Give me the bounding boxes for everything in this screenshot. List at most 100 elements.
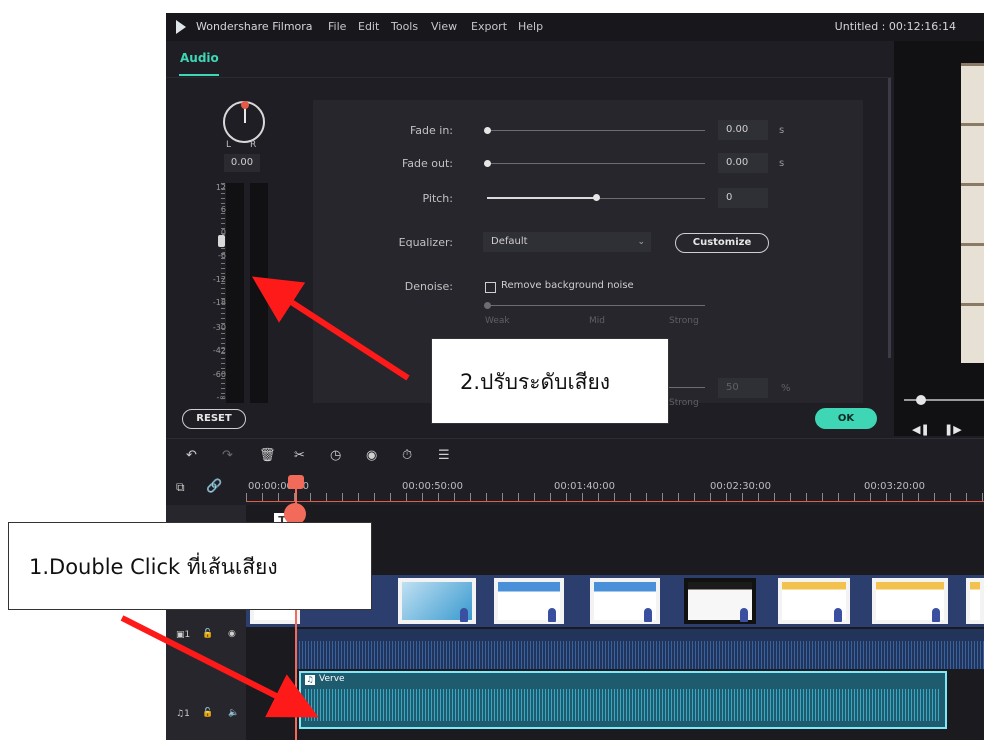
audio-adjust-icon[interactable]: ☰: [438, 448, 450, 463]
pan-left-label: L: [226, 140, 232, 150]
menu-export[interactable]: Export: [471, 20, 507, 33]
audio-track-mute-icon[interactable]: 🔈: [228, 708, 239, 718]
remove-background-noise-label: Remove background noise: [501, 280, 634, 291]
annotation-step-1: 1.Double Click ที่เส้นเสียง: [8, 522, 372, 610]
audio-clip-name: Verve: [319, 674, 345, 684]
video-track-icon: ▣1: [176, 630, 191, 640]
equalizer-select[interactable]: Default ⌄: [483, 232, 651, 252]
denoise-strength-slider[interactable]: [487, 305, 705, 306]
menu-view[interactable]: View: [431, 20, 457, 33]
denoise-strength-handle[interactable]: [484, 302, 491, 309]
pan-knob-indicator: [241, 101, 249, 109]
ruler-time-label: 00:00:50:00: [402, 481, 464, 492]
presenter-figure: [932, 608, 940, 622]
volume-slider-handle[interactable]: [218, 235, 225, 247]
audio-track-number: 1: [184, 709, 190, 719]
ruler-time-label: 00:01:40:00: [554, 481, 616, 492]
duration-timer-icon[interactable]: ⏱: [402, 448, 412, 463]
video-track-lock-icon[interactable]: 🔓: [202, 629, 213, 639]
customize-button[interactable]: Customize: [675, 233, 769, 253]
menu-tools[interactable]: Tools: [391, 20, 418, 33]
pan-right-label: R: [250, 140, 257, 150]
extra-unit: %: [781, 383, 791, 394]
link-icon[interactable]: 🔗: [206, 479, 222, 494]
extra-value-field[interactable]: 50: [718, 378, 768, 398]
preview-pane: ◀❚ ❚▶: [894, 41, 984, 436]
pitch-slider-fill: [487, 197, 596, 199]
video-clip[interactable]: [590, 578, 660, 624]
video-clip[interactable]: [966, 578, 984, 624]
pitch-slider-handle[interactable]: [593, 194, 600, 201]
fade-in-slider[interactable]: [487, 130, 705, 131]
presenter-figure: [460, 608, 468, 622]
equalizer-label: Equalizer:: [398, 236, 453, 249]
next-frame-icon[interactable]: ❚▶: [944, 423, 962, 436]
fade-in-value-field[interactable]: 0.00: [718, 120, 768, 140]
denoise-strong-label: Strong: [669, 316, 699, 326]
fade-out-unit: s: [779, 158, 785, 169]
video-track-number: 1: [184, 630, 191, 640]
fade-out-slider-handle[interactable]: [484, 160, 491, 167]
menu-edit[interactable]: Edit: [358, 20, 379, 33]
panel-scrollbar[interactable]: [888, 78, 891, 358]
ruler-time-label: 00:02:30:00: [710, 481, 772, 492]
audio-clip[interactable]: ♫ Verve: [299, 671, 947, 729]
project-title: Untitled : 00:12:16:14: [834, 20, 956, 33]
title-bar: Wondershare Filmora File Edit Tools View…: [166, 13, 984, 41]
tab-audio[interactable]: Audio: [180, 51, 219, 65]
volume-meter-ticks: [221, 183, 225, 403]
playhead-handle[interactable]: [288, 475, 304, 489]
video-clip[interactable]: [872, 578, 948, 624]
fade-out-value-field[interactable]: 0.00: [718, 153, 768, 173]
music-note-icon: ♫: [305, 675, 315, 685]
chevron-down-icon: ⌄: [637, 237, 645, 247]
undo-icon[interactable]: ↶: [186, 448, 197, 463]
previous-frame-icon[interactable]: ◀❚: [912, 423, 930, 436]
menu-help[interactable]: Help: [518, 20, 543, 33]
ruler-time-label: 00:03:20:00: [864, 481, 926, 492]
fade-out-slider[interactable]: [487, 163, 705, 164]
remove-background-noise-checkbox[interactable]: [485, 282, 496, 293]
volume-meter-right-channel: [250, 183, 268, 403]
filmora-logo-icon: [176, 20, 186, 34]
video-clip[interactable]: [398, 578, 476, 624]
ok-button[interactable]: OK: [815, 408, 877, 429]
denoise-label: Denoise:: [404, 280, 453, 293]
add-track-icon[interactable]: ⧉: [176, 480, 185, 495]
active-tab-indicator: [179, 74, 219, 76]
video-clip[interactable]: [494, 578, 564, 624]
editor-tab-bar: Audio: [166, 41, 892, 78]
video-track-visibility-icon[interactable]: ◉: [228, 629, 236, 639]
pitch-label: Pitch:: [422, 192, 454, 205]
denoise-weak-label: Weak: [485, 316, 510, 326]
extra-strong-label: Strong: [669, 398, 699, 408]
cut-icon[interactable]: ✂: [294, 448, 305, 463]
presenter-figure: [548, 608, 556, 622]
video-audio-waveform: [296, 641, 984, 669]
presenter-figure: [834, 608, 842, 622]
fade-in-slider-handle[interactable]: [484, 127, 491, 134]
ruler-baseline: [246, 501, 984, 502]
audio-track-lock-icon[interactable]: 🔓: [202, 708, 213, 718]
ruler-ticks: [246, 493, 984, 501]
video-clip[interactable]: [778, 578, 850, 624]
redo-icon[interactable]: ↷: [222, 448, 233, 463]
presenter-figure: [644, 608, 652, 622]
denoise-mid-label: Mid: [589, 316, 605, 326]
delete-icon[interactable]: 🗑: [259, 448, 276, 463]
audio-clip-waveform: [305, 689, 941, 721]
video-clip[interactable]: [684, 578, 756, 624]
color-palette-icon[interactable]: ◉: [366, 448, 377, 463]
pan-knob[interactable]: [223, 101, 265, 143]
speed-icon[interactable]: ◷: [330, 448, 341, 463]
pan-value-field[interactable]: 0.00: [224, 154, 260, 172]
preview-progress-handle[interactable]: [916, 395, 926, 405]
timeline-toolbar: ↶ ↷ 🗑 ✂ ◷ ◉ ⏱ ☰: [166, 438, 984, 473]
menu-file[interactable]: File: [328, 20, 346, 33]
pitch-value-field[interactable]: 0: [718, 188, 768, 208]
video-clip-thumbnail: [970, 582, 980, 620]
volume-meter-scale: 12 6 0 -6 -12 -18 -30 -42 -60 -∞: [186, 183, 226, 403]
equalizer-selected-value: Default: [491, 236, 528, 247]
reset-button[interactable]: RESET: [182, 409, 246, 429]
app-name: Wondershare Filmora: [196, 20, 313, 33]
